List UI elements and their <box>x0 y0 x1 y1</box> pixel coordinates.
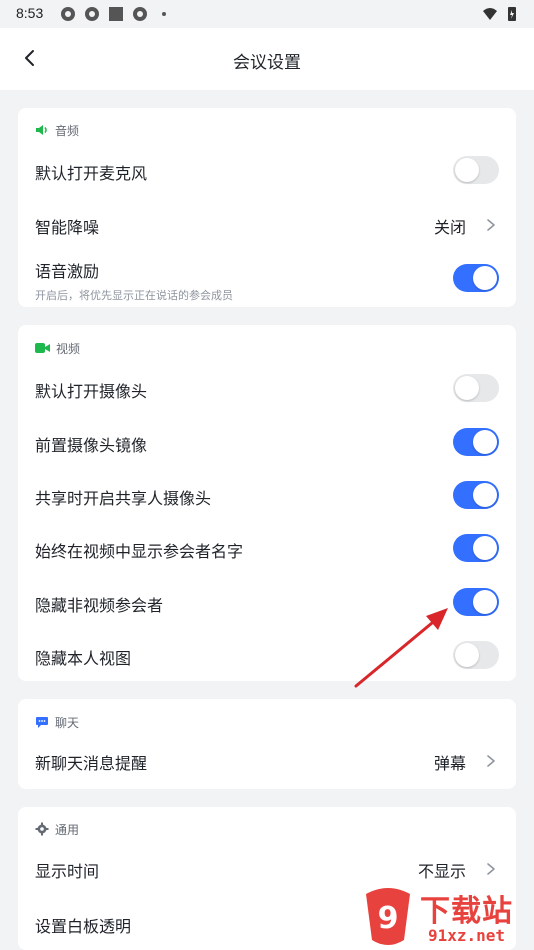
chevron-right-icon <box>487 219 495 231</box>
hide-non-video-toggle[interactable] <box>453 588 499 616</box>
notification-app-icon <box>85 7 99 21</box>
setting-label: 前置摄像头镜像 <box>35 436 148 455</box>
show-time-value: 不显示 <box>417 862 466 881</box>
wifi-icon <box>483 8 497 20</box>
voice-incentive-toggle[interactable] <box>453 264 499 292</box>
show-names-toggle[interactable] <box>453 534 499 562</box>
video-section: 视频 默认打开摄像头 前置摄像头镜像 共享时开启共享人摄像头 始终在视频中显示参… <box>18 325 516 681</box>
share-camera-toggle[interactable] <box>453 481 499 509</box>
toggle-knob <box>473 590 497 614</box>
setting-label: 共享时开启共享人摄像头 <box>35 489 212 508</box>
setting-label: 隐藏非视频参会者 <box>35 596 164 615</box>
audio-section-header: 音频 <box>35 120 79 140</box>
notification-square-icon <box>109 7 123 21</box>
chat-section: 聊天 新聊天消息提醒 弹幕 <box>18 699 516 789</box>
toggle-knob <box>473 536 497 560</box>
setting-row-noise[interactable]: 智能降噪 关闭 <box>18 202 516 246</box>
setting-row-new-message[interactable]: 新聊天消息提醒 弹幕 <box>18 739 516 783</box>
front-mirror-toggle[interactable] <box>453 428 499 456</box>
setting-row-front-mirror[interactable]: 前置摄像头镜像 <box>18 419 516 465</box>
audio-section-label: 音频 <box>55 123 80 138</box>
video-section-header: 视频 <box>35 338 80 358</box>
chevron-right-icon <box>487 863 495 875</box>
setting-label: 始终在视频中显示参会者名字 <box>35 542 244 561</box>
nav-bar: 会议设置 <box>0 28 534 90</box>
setting-label: 显示时间 <box>35 862 100 881</box>
setting-row-show-names[interactable]: 始终在视频中显示参会者名字 <box>18 525 516 571</box>
toggle-knob <box>473 266 497 290</box>
more-notifications-dot <box>162 12 166 16</box>
camera-icon <box>35 343 50 353</box>
toggle-knob <box>455 643 479 667</box>
setting-row-hide-self[interactable]: 隐藏本人视图 <box>18 632 516 678</box>
setting-row-voice-incentive[interactable]: 语音激励 开启后，将优先显示正在说话的参会成员 <box>18 254 516 306</box>
watermark: 9 下载站 91xz.net <box>358 884 534 950</box>
chat-section-header: 聊天 <box>35 712 79 732</box>
setting-label: 默认打开摄像头 <box>35 382 148 401</box>
video-section-label: 视频 <box>56 341 81 356</box>
noise-value: 关闭 <box>433 218 466 237</box>
status-bar: 8:53 <box>0 0 534 28</box>
toggle-knob <box>455 158 479 182</box>
setting-label: 默认打开麦克风 <box>35 164 148 183</box>
setting-label: 设置白板透明 <box>35 917 132 936</box>
chevron-right-icon <box>487 755 495 767</box>
setting-row-share-camera[interactable]: 共享时开启共享人摄像头 <box>18 472 516 518</box>
setting-row-hide-non-video[interactable]: 隐藏非视频参会者 <box>18 579 516 625</box>
battery-icon <box>508 7 516 21</box>
new-message-value: 弹幕 <box>433 754 466 773</box>
setting-row-camera-default[interactable]: 默认打开摄像头 <box>18 365 516 411</box>
camera-default-toggle[interactable] <box>453 374 499 402</box>
page-title: 会议设置 <box>233 53 301 73</box>
setting-label: 智能降噪 <box>35 218 100 237</box>
svg-text:9: 9 <box>378 901 399 936</box>
watermark-text: 下载站 <box>420 894 513 929</box>
setting-row-mic-default[interactable]: 默认打开麦克风 <box>18 148 516 192</box>
notification-app-icon <box>133 7 147 21</box>
setting-label: 隐藏本人视图 <box>35 649 132 668</box>
setting-description: 开启后，将优先显示正在说话的参会成员 <box>35 289 233 302</box>
hide-self-toggle[interactable] <box>453 641 499 669</box>
toggle-knob <box>473 483 497 507</box>
chat-bubble-icon <box>36 716 48 728</box>
toggle-knob <box>455 376 479 400</box>
general-section-header: 通用 <box>35 819 79 839</box>
audio-section: 音频 默认打开麦克风 智能降噪 关闭 语音激励 开启后，将优先显示正在说话的参会… <box>18 108 516 307</box>
watermark-logo-icon: 9 <box>366 888 410 945</box>
speaker-icon <box>36 125 47 135</box>
general-section-label: 通用 <box>55 822 80 837</box>
chat-section-label: 聊天 <box>55 715 80 730</box>
setting-label: 语音激励 <box>35 262 100 281</box>
notification-app-icon <box>61 7 75 21</box>
gear-icon <box>35 822 49 836</box>
watermark-url: 91xz.net <box>428 926 506 945</box>
mic-default-toggle[interactable] <box>453 156 499 184</box>
setting-label: 新聊天消息提醒 <box>35 754 148 773</box>
toggle-knob <box>473 430 497 454</box>
status-time: 8:53 <box>16 5 44 21</box>
